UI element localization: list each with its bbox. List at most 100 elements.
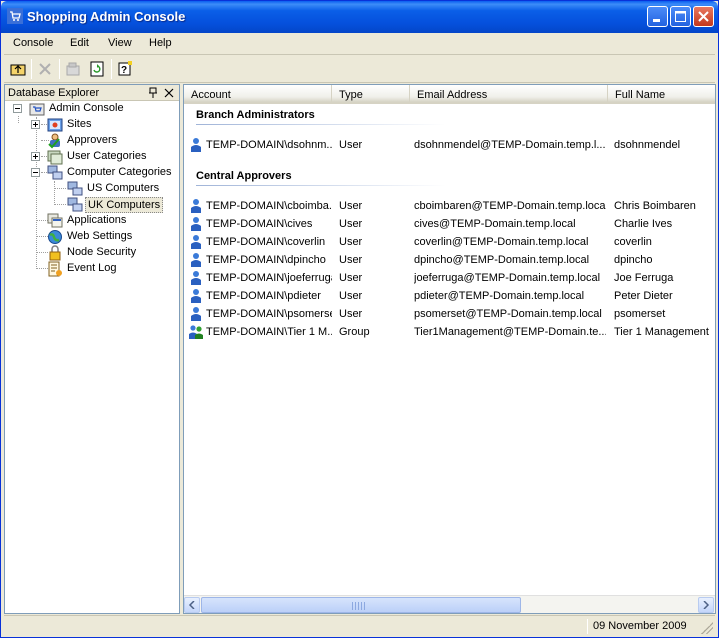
close-button[interactable] xyxy=(693,6,714,27)
scroll-right-button[interactable] xyxy=(698,597,714,613)
pin-icon[interactable] xyxy=(148,87,158,99)
cell-type: User xyxy=(339,139,363,151)
cell-account: TEMP-DOMAIN\joeferruga xyxy=(206,272,332,284)
admin-console-icon xyxy=(29,101,45,117)
cell-full-name: Joe Ferruga xyxy=(614,272,674,284)
delete-icon[interactable] xyxy=(34,59,56,79)
computers-icon xyxy=(67,197,83,213)
tree-user-categories[interactable]: User Categories xyxy=(31,149,171,165)
web-settings-icon xyxy=(47,229,63,245)
tree-label: User Categories xyxy=(67,150,147,162)
applications-icon xyxy=(47,213,63,229)
cell-account: TEMP-DOMAIN\cives xyxy=(206,218,313,230)
close-icon[interactable] xyxy=(164,87,174,99)
horizontal-scrollbar[interactable] xyxy=(184,595,715,613)
list-item[interactable]: TEMP-DOMAIN\dsohnm... User dsohnmendel@T… xyxy=(184,136,715,154)
group-divider xyxy=(196,124,446,125)
cell-type: User xyxy=(339,290,363,302)
user-icon xyxy=(189,270,203,286)
list-item[interactable]: TEMP-DOMAIN\psomerset User psomerset@TEM… xyxy=(184,305,715,323)
refresh-icon[interactable] xyxy=(86,59,108,79)
cell-account: TEMP-DOMAIN\pdieter xyxy=(206,290,321,302)
menu-help[interactable]: Help xyxy=(149,37,172,49)
up-folder-icon[interactable] xyxy=(7,59,29,79)
cell-account: TEMP-DOMAIN\dpincho xyxy=(206,254,326,266)
tree-uk-computers[interactable]: UK Computers xyxy=(67,197,172,213)
list-item[interactable]: TEMP-DOMAIN\joeferruga User joeferruga@T… xyxy=(184,269,715,287)
collapse-icon[interactable] xyxy=(31,168,40,177)
scroll-thumb[interactable] xyxy=(201,597,521,613)
help-icon[interactable]: ? xyxy=(114,59,136,79)
tree-applications[interactable]: Applications xyxy=(31,213,171,229)
list-item[interactable]: TEMP-DOMAIN\pdieter User pdieter@TEMP-Do… xyxy=(184,287,715,305)
list-item[interactable]: TEMP-DOMAIN\dpincho User dpincho@TEMP-Do… xyxy=(184,251,715,269)
event-log-icon xyxy=(47,261,63,277)
approvers-icon xyxy=(47,133,63,149)
sites-icon xyxy=(47,117,63,133)
column-header-full-name[interactable]: Full Name xyxy=(608,85,715,104)
tree-label: Computer Categories xyxy=(67,166,172,178)
computers-icon xyxy=(67,181,83,197)
svg-text:?: ? xyxy=(121,65,127,76)
column-label: Account xyxy=(191,89,231,101)
cell-email: Tier1Management@TEMP-Domain.te... xyxy=(414,326,606,338)
title-bar[interactable]: Shopping Admin Console xyxy=(1,1,718,33)
scroll-left-button[interactable] xyxy=(184,597,200,613)
group-icon xyxy=(188,324,204,340)
tree-label: Sites xyxy=(67,118,92,130)
column-header-account[interactable]: Account xyxy=(184,85,332,104)
tree-approvers[interactable]: Approvers xyxy=(31,133,171,149)
tree-us-computers[interactable]: US Computers xyxy=(67,181,172,197)
expand-icon[interactable] xyxy=(31,152,40,161)
user-icon xyxy=(189,198,203,214)
cell-type: User xyxy=(339,218,363,230)
list-item[interactable]: TEMP-DOMAIN\Tier 1 M... Group Tier1Manag… xyxy=(184,323,715,341)
explorer-header: Database Explorer xyxy=(5,85,179,101)
properties-icon[interactable] xyxy=(62,59,84,79)
cell-full-name: coverlin xyxy=(614,236,652,248)
user-icon xyxy=(189,216,203,232)
tree-web-settings[interactable]: Web Settings xyxy=(31,229,171,245)
cell-type: User xyxy=(339,236,363,248)
tree-label: Node Security xyxy=(67,246,137,258)
cell-full-name: Charlie Ives xyxy=(614,218,673,230)
cell-type: Group xyxy=(339,326,370,338)
group-header[interactable]: Branch Administrators xyxy=(196,109,315,121)
lock-icon xyxy=(47,245,63,261)
tree-event-log[interactable]: Event Log xyxy=(31,261,171,277)
cell-full-name: dsohnmendel xyxy=(614,139,681,151)
tree-admin-console[interactable]: Admin Console xyxy=(13,101,173,117)
tree-node-security[interactable]: Node Security xyxy=(31,245,171,261)
column-header-email[interactable]: Email Address xyxy=(410,85,608,104)
computer-categories-icon xyxy=(47,165,63,181)
cell-full-name: Chris Boimbaren xyxy=(614,200,696,212)
group-divider xyxy=(196,185,446,186)
column-header-type[interactable]: Type xyxy=(332,85,410,104)
list-item[interactable]: TEMP-DOMAIN\coverlin User coverlin@TEMP-… xyxy=(184,233,715,251)
cell-full-name: psomerset xyxy=(614,308,666,320)
cell-full-name: Peter Dieter xyxy=(614,290,673,302)
user-icon xyxy=(189,288,203,304)
collapse-icon[interactable] xyxy=(13,104,22,113)
menu-console[interactable]: Console xyxy=(13,37,53,49)
column-label: Email Address xyxy=(417,89,488,101)
list-item[interactable]: TEMP-DOMAIN\cives User cives@TEMP-Domain… xyxy=(184,215,715,233)
resize-grip-icon[interactable] xyxy=(701,622,713,634)
tree-label: Event Log xyxy=(67,262,117,274)
expand-icon[interactable] xyxy=(31,120,40,129)
shopping-cart-icon xyxy=(7,8,23,24)
tree-computer-categories[interactable]: Computer Categories xyxy=(31,165,176,181)
tree-label: UK Computers xyxy=(85,197,164,213)
cell-email: dsohnmendel@TEMP-Domain.temp.l... xyxy=(414,139,606,151)
cell-email: cboimbaren@TEMP-Domain.temp.local xyxy=(414,200,606,212)
user-icon xyxy=(189,306,203,322)
tree-label: Web Settings xyxy=(67,230,133,242)
group-header[interactable]: Central Approvers xyxy=(196,170,292,182)
cell-full-name: dpincho xyxy=(614,254,653,266)
menu-view[interactable]: View xyxy=(108,37,132,49)
maximize-button[interactable] xyxy=(670,6,691,27)
menu-edit[interactable]: Edit xyxy=(70,37,89,49)
minimize-button[interactable] xyxy=(647,6,668,27)
list-item[interactable]: TEMP-DOMAIN\cboimba... User cboimbaren@T… xyxy=(184,197,715,215)
tree-sites[interactable]: Sites xyxy=(31,117,171,133)
